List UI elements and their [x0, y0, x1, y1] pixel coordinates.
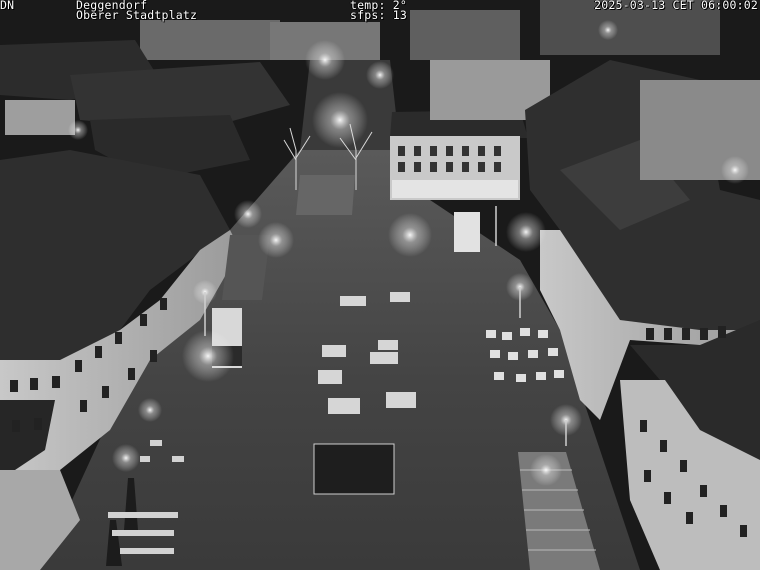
steps: [296, 175, 355, 215]
truck-right: [454, 212, 480, 252]
far-building-right-2: [540, 0, 720, 55]
center-building-shops: [392, 180, 518, 198]
far-building-left: [140, 20, 280, 60]
stage: [313, 443, 395, 495]
far-building-right: [410, 10, 520, 60]
town-square-photo: [0, 0, 760, 570]
webcam-frame: DN Deggendorf Oberer Stadtplatz temp: 2°…: [0, 0, 760, 570]
left-facade-top: [5, 100, 75, 135]
